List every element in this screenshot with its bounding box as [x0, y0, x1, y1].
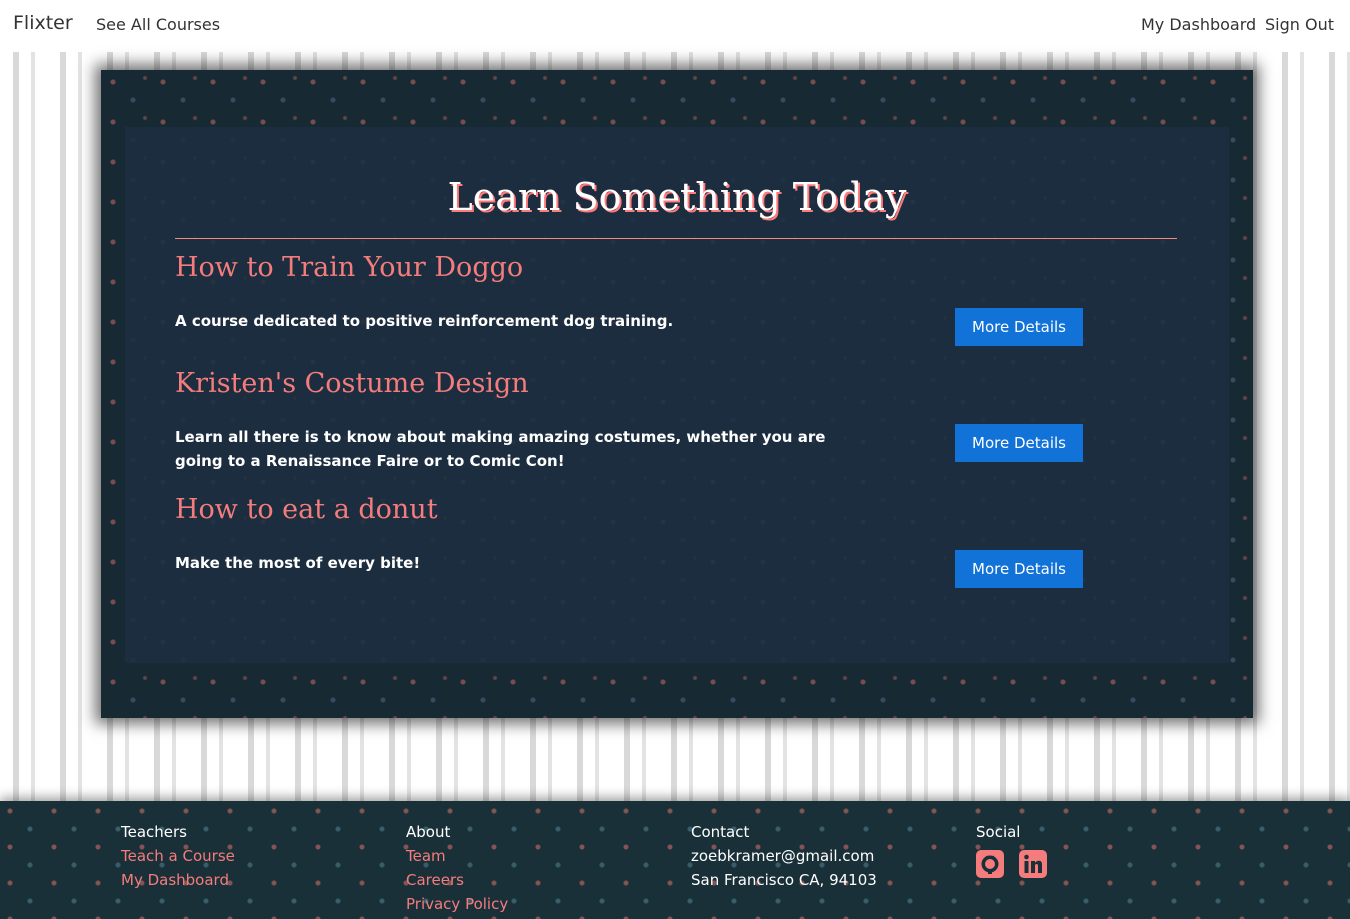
- more-details-button[interactable]: More Details: [955, 308, 1083, 346]
- careers-link[interactable]: Careers: [406, 868, 508, 892]
- footer-heading: Teachers: [121, 823, 187, 841]
- page-title: Learn Something Today: [447, 175, 907, 219]
- privacy-policy-link[interactable]: Privacy Policy: [406, 892, 508, 916]
- contact-address: San Francisco CA, 94103: [691, 871, 877, 889]
- footer-contact-column: Contact zoebkramer@gmail.com San Francis…: [691, 820, 877, 892]
- title-divider: [175, 238, 1177, 239]
- github-icon[interactable]: [976, 850, 1004, 878]
- course-panel: Learn Something Today How to Train Your …: [101, 70, 1253, 718]
- course-description: A course dedicated to positive reinforce…: [175, 312, 674, 330]
- course-panel-inner: Learn Something Today How to Train Your …: [125, 127, 1229, 663]
- course-description: Learn all there is to know about making …: [175, 428, 826, 470]
- linkedin-icon[interactable]: [1019, 850, 1048, 878]
- teach-a-course-link[interactable]: Teach a Course: [121, 844, 235, 868]
- top-navbar: Flixter See All Courses My Dashboard Sig…: [0, 0, 1350, 52]
- footer-dashboard-link[interactable]: My Dashboard: [121, 868, 235, 892]
- footer-teachers-column: Teachers Teach a Course My Dashboard: [121, 820, 235, 892]
- sign-out-link[interactable]: Sign Out: [1265, 15, 1334, 34]
- footer-heading: Contact: [691, 823, 750, 841]
- brand-logo[interactable]: Flixter: [13, 12, 73, 34]
- course-title[interactable]: How to eat a donut: [175, 494, 438, 525]
- team-link[interactable]: Team: [406, 844, 508, 868]
- contact-email: zoebkramer@gmail.com: [691, 847, 875, 865]
- footer-social-column: Social: [976, 820, 1057, 882]
- course-description: Make the most of every bite!: [175, 554, 421, 572]
- more-details-button[interactable]: More Details: [955, 550, 1083, 588]
- footer-heading: About: [406, 823, 451, 841]
- my-dashboard-link[interactable]: My Dashboard: [1141, 15, 1256, 34]
- footer-heading: Social: [976, 823, 1021, 841]
- see-all-courses-link[interactable]: See All Courses: [96, 15, 220, 34]
- site-footer: Teachers Teach a Course My Dashboard Abo…: [0, 801, 1350, 919]
- footer-about-column: About Team Careers Privacy Policy: [406, 820, 508, 916]
- course-title[interactable]: How to Train Your Doggo: [175, 252, 523, 283]
- more-details-button[interactable]: More Details: [955, 424, 1083, 462]
- course-title[interactable]: Kristen's Costume Design: [175, 368, 529, 399]
